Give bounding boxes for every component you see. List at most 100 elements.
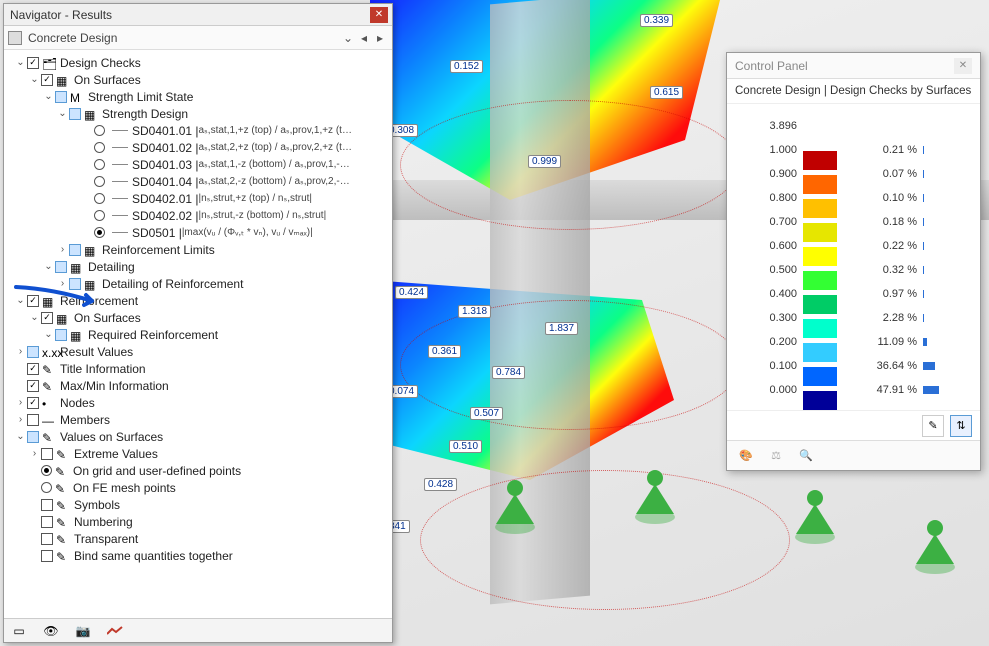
collapse-icon[interactable]: ⌄: [42, 329, 55, 340]
tree-result-values[interactable]: › x.xx Result Values: [6, 343, 390, 360]
legend-swatch: [803, 247, 837, 266]
tree-extreme-values[interactable]: › ✎ Extreme Values: [6, 445, 390, 462]
folder-icon: 🗂: [42, 57, 56, 69]
tree-symbols[interactable]: ✎ Symbols: [6, 496, 390, 513]
tree-sd-item[interactable]: SD0401.03 | aₛ,stat,1,-z (bottom) / aₛ,p…: [6, 156, 390, 173]
collapse-icon[interactable]: ⌄: [28, 74, 41, 85]
dash-icon: [112, 181, 128, 182]
tab-results-icon[interactable]: [104, 622, 126, 640]
tree-sd-item[interactable]: SD0401.02 | aₛ,stat,2,+z (top) / aₛ,prov…: [6, 139, 390, 156]
tree-values-on-surfaces[interactable]: ⌄ ✎ Values on Surfaces: [6, 428, 390, 445]
tree-detailing[interactable]: ⌄ ▦ Detailing: [6, 258, 390, 275]
checkbox[interactable]: [27, 397, 39, 409]
checkbox[interactable]: [55, 261, 67, 273]
legend-bar: [923, 146, 941, 154]
navigator-tree[interactable]: ⌄ 🗂 Design Checks ⌄ ▦ On Surfaces ⌄ M St…: [4, 50, 392, 618]
radio[interactable]: [94, 125, 105, 136]
expand-icon[interactable]: ›: [14, 414, 27, 425]
checkbox[interactable]: [41, 550, 53, 562]
radio[interactable]: [94, 210, 105, 221]
checkbox[interactable]: [41, 74, 53, 86]
checkbox[interactable]: [27, 57, 39, 69]
checkbox[interactable]: [27, 431, 39, 443]
tree-title-info[interactable]: ✎ Title Information: [6, 360, 390, 377]
tree-on-grid[interactable]: ✎ On grid and user-defined points: [6, 462, 390, 479]
tree-maxmin-info[interactable]: ✎ Max/Min Information: [6, 377, 390, 394]
radio[interactable]: [94, 159, 105, 170]
radio[interactable]: [41, 482, 52, 493]
collapse-icon[interactable]: ⌄: [28, 312, 41, 323]
tree-nodes[interactable]: › • Nodes: [6, 394, 390, 411]
checkbox[interactable]: [41, 448, 53, 460]
tree-members[interactable]: › — Members: [6, 411, 390, 428]
checkbox[interactable]: [27, 414, 39, 426]
tree-numbering[interactable]: ✎ Numbering: [6, 513, 390, 530]
tree-on-fe[interactable]: ✎ On FE mesh points: [6, 479, 390, 496]
tab-data-icon[interactable]: ▭: [8, 622, 30, 640]
nav-prev-icon[interactable]: ◂: [358, 32, 370, 44]
tree-on-surfaces[interactable]: ⌄ ▦ On Surfaces: [6, 71, 390, 88]
tree-bind-same[interactable]: ✎ Bind same quantities together: [6, 547, 390, 564]
collapse-icon[interactable]: ⌄: [42, 261, 55, 272]
collapse-icon[interactable]: ⌄: [56, 108, 69, 119]
tree-reinforcement-limits[interactable]: › ▦ Reinforcement Limits: [6, 241, 390, 258]
control-panel[interactable]: Control Panel ✕ Concrete Design | Design…: [726, 52, 981, 471]
radio[interactable]: [94, 193, 105, 204]
tree-design-checks[interactable]: ⌄ 🗂 Design Checks: [6, 54, 390, 71]
checkbox[interactable]: [41, 499, 53, 511]
toggle-scale-button[interactable]: ⇅: [950, 415, 972, 437]
close-icon[interactable]: ✕: [954, 58, 972, 74]
checkbox[interactable]: [41, 516, 53, 528]
radio[interactable]: [94, 142, 105, 153]
edit-legend-button[interactable]: ✎: [922, 415, 944, 437]
collapse-icon[interactable]: ⌄: [14, 431, 27, 442]
tab-views-icon[interactable]: 📷: [72, 622, 94, 640]
legend-value: 0.500: [749, 264, 797, 276]
radio[interactable]: [94, 176, 105, 187]
checkbox[interactable]: [55, 329, 67, 341]
tab-factors-icon[interactable]: ⚖: [765, 445, 787, 467]
checkbox[interactable]: [55, 91, 67, 103]
control-panel-titlebar[interactable]: Control Panel ✕: [727, 53, 980, 79]
dash-icon: [112, 215, 128, 216]
close-icon[interactable]: ✕: [370, 7, 388, 23]
collapse-icon[interactable]: ⌄: [42, 91, 55, 102]
checkbox[interactable]: [69, 244, 81, 256]
expand-icon[interactable]: ›: [14, 346, 27, 357]
tab-color-scale-icon[interactable]: 🎨: [735, 445, 757, 467]
tree-sd-item[interactable]: SD0402.01 | |nₛ,strut,+z (top) / nₛ,stru…: [6, 190, 390, 207]
sd-desc: |max(vᵤ / (Φᵥ,ₜ * vₙ), vᵤ / vₘₐₓ)|: [182, 227, 313, 238]
legend-bar: [923, 218, 941, 226]
expand-icon[interactable]: ›: [28, 448, 41, 459]
radio[interactable]: [41, 465, 52, 476]
tab-display-icon[interactable]: 👁: [40, 622, 62, 640]
checkbox[interactable]: [41, 312, 53, 324]
tree-required-reinf[interactable]: ⌄ ▦ Required Reinforcement: [6, 326, 390, 343]
checkbox[interactable]: [69, 108, 81, 120]
tree-sd-item[interactable]: SD0401.04 | aₛ,stat,2,-z (bottom) / aₛ,p…: [6, 173, 390, 190]
tree-sd-item[interactable]: SD0401.01 | aₛ,stat,1,+z (top) / aₛ,prov…: [6, 122, 390, 139]
legend-value: 0.100: [749, 360, 797, 372]
tab-filter-icon[interactable]: 🔍: [795, 445, 817, 467]
tree-sd-item[interactable]: SD0402.02 | |nₛ,strut,-z (bottom) / nₛ,s…: [6, 207, 390, 224]
expand-icon[interactable]: ›: [56, 244, 69, 255]
sd-desc: aₛ,stat,2,+z (top) / aₛ,prov,2,+z (t…: [199, 142, 352, 153]
tree-transparent[interactable]: ✎ Transparent: [6, 530, 390, 547]
navigator-titlebar[interactable]: Navigator - Results ✕: [4, 4, 392, 26]
checkbox[interactable]: [27, 346, 39, 358]
radio[interactable]: [94, 227, 105, 238]
tree-on-surfaces-2[interactable]: ⌄ ▦ On Surfaces: [6, 309, 390, 326]
tree-strength-design[interactable]: ⌄ ▦ Strength Design: [6, 105, 390, 122]
tree-strength-limit[interactable]: ⌄ M Strength Limit State: [6, 88, 390, 105]
chevron-down-icon[interactable]: ⌄: [342, 32, 354, 44]
checkbox[interactable]: [27, 363, 39, 375]
navigator-category-bar[interactable]: Concrete Design ⌄ ◂ ▸: [4, 26, 392, 50]
expand-icon[interactable]: ›: [14, 397, 27, 408]
collapse-icon[interactable]: ⌄: [14, 57, 27, 68]
nav-next-icon[interactable]: ▸: [374, 32, 386, 44]
checkbox[interactable]: [27, 380, 39, 392]
tree-sd-item[interactable]: SD0501 | |max(vᵤ / (Φᵥ,ₜ * vₙ), vᵤ / vₘₐ…: [6, 224, 390, 241]
panel-zone-ellipse: [400, 300, 740, 430]
checkbox[interactable]: [41, 533, 53, 545]
legend-percent: 0.22 %: [857, 240, 917, 252]
